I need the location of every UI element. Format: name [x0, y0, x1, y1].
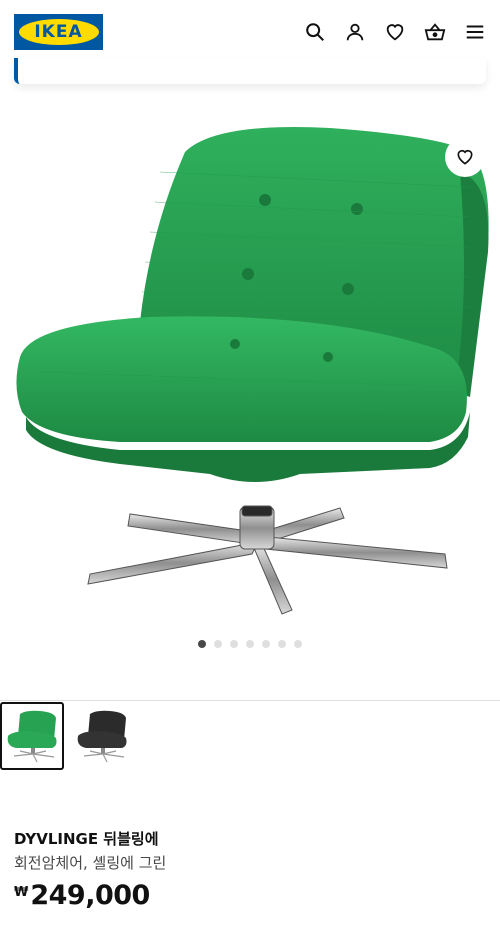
- heart-icon: [457, 149, 473, 165]
- product-description: 회전암체어, 셸링에 그린: [14, 854, 167, 872]
- ikea-logo[interactable]: IKEA: [14, 14, 103, 50]
- heart-icon[interactable]: [383, 20, 407, 44]
- chair-base: [87, 505, 448, 615]
- user-icon[interactable]: [343, 20, 367, 44]
- logo-text: IKEA: [34, 22, 83, 42]
- search-icon[interactable]: [303, 20, 327, 44]
- green-chair-thumbnail: [7, 710, 57, 763]
- carousel-dot[interactable]: [198, 640, 206, 648]
- notice-banner: [14, 58, 486, 84]
- carousel-dot[interactable]: [262, 640, 270, 648]
- carousel-dot[interactable]: [246, 640, 254, 648]
- variant-thumbnail-green[interactable]: [0, 702, 64, 770]
- carousel-dot[interactable]: [278, 640, 286, 648]
- price-currency: ₩: [14, 885, 29, 900]
- carousel-dots: [198, 640, 302, 648]
- price-value: 249,000: [30, 880, 150, 911]
- divider: [0, 700, 500, 701]
- logo-oval: IKEA: [18, 19, 99, 45]
- product-name: DYVLINGE 뒤블링에: [14, 830, 159, 848]
- site-header: IKEA: [0, 0, 500, 64]
- carousel-dot[interactable]: [230, 640, 238, 648]
- shopping-basket-icon[interactable]: [423, 20, 447, 44]
- carousel-dot[interactable]: [294, 640, 302, 648]
- variant-thumbnail-black[interactable]: [70, 702, 134, 770]
- black-chair-thumbnail: [77, 710, 127, 763]
- carousel-dot[interactable]: [214, 640, 222, 648]
- product-image[interactable]: [0, 112, 500, 622]
- product-price: ₩ 249,000: [14, 880, 150, 911]
- menu-icon[interactable]: [463, 20, 487, 44]
- green-chair-illustration: [16, 127, 489, 615]
- add-to-favorites-button[interactable]: [445, 137, 485, 177]
